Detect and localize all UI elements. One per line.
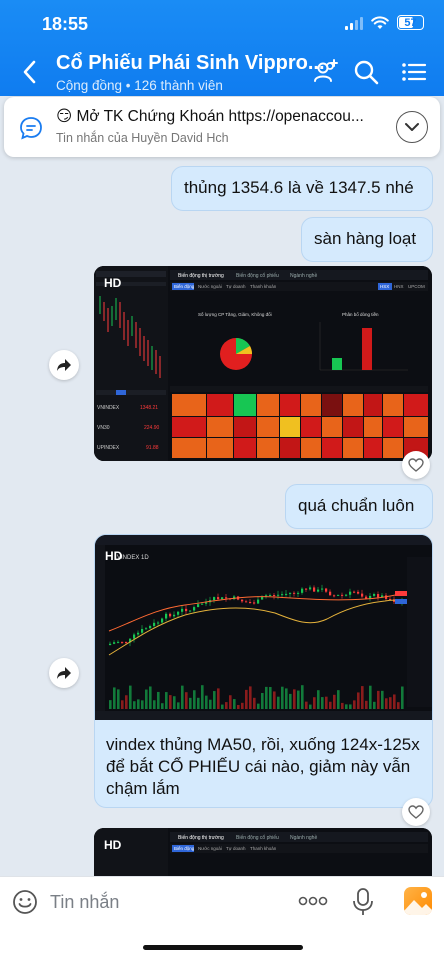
share-arrow-icon xyxy=(57,667,71,679)
message-text: quá chuẩn luôn xyxy=(298,496,415,515)
screenshot-subtab: Thanh khoản xyxy=(250,846,277,851)
back-icon[interactable] xyxy=(18,58,42,86)
signal-icon xyxy=(345,16,363,30)
exchange-tab: UPCOM xyxy=(408,284,425,289)
index-value: 1348.21 xyxy=(140,405,158,411)
message-text: vindex thủng MA50, rồi, xuống 124x-125x … xyxy=(106,735,420,798)
pinned-message[interactable]: 😏 Mở TK Chứng Khoán https://openaccou...… xyxy=(4,97,440,157)
battery-icon: 57 xyxy=(397,15,424,30)
screenshot-subtab: Tự doanh xyxy=(226,284,246,289)
chevron-down-icon xyxy=(405,123,419,131)
chat-bubble-icon xyxy=(20,117,42,140)
message-bubble[interactable]: thủng 1354.6 là về 1347.5 nhé xyxy=(171,166,433,211)
share-arrow-icon xyxy=(57,359,71,371)
message-bubble[interactable]: sàn hàng loạt xyxy=(301,217,433,262)
screenshot-tab: Biến động thị trường xyxy=(178,273,224,279)
chart-title: Phân bổ dòng tiền xyxy=(342,311,379,317)
microphone-icon[interactable] xyxy=(352,887,374,917)
message-input[interactable]: Tin nhắn xyxy=(50,892,119,913)
pinned-sender: Tin nhắn của Huyền David Hch xyxy=(56,131,229,145)
index-name: VN30 xyxy=(97,425,110,431)
screenshot-subtab: Tự doanh xyxy=(226,846,246,851)
screenshot-subtab: Biến động xyxy=(174,284,195,289)
add-member-icon[interactable] xyxy=(312,58,340,86)
market-screenshot: Biến động thị trường Biến động cổ phiếu … xyxy=(94,828,432,876)
exchange-tab: HNX xyxy=(394,284,404,289)
heart-icon xyxy=(408,458,424,472)
share-button[interactable] xyxy=(49,658,79,688)
index-value: 91.88 xyxy=(146,445,159,451)
search-icon[interactable] xyxy=(352,58,380,86)
exchange-tab: HSX xyxy=(380,284,389,289)
expand-pinned-button[interactable] xyxy=(396,111,428,143)
image-message[interactable]: VNINDEX 1348.21 VN30 224.90 UPINDEX 91.8… xyxy=(94,266,432,461)
heart-icon xyxy=(408,805,424,819)
screenshot-subtab: Thanh khoản xyxy=(250,284,277,289)
hd-badge: HD xyxy=(104,838,122,852)
more-options-icon[interactable] xyxy=(298,895,328,907)
screenshot-subtab: Nước ngoài xyxy=(198,846,222,851)
chat-header: 18:55 57 Cổ Phiếu Phái Sinh Vippro... Cộ… xyxy=(0,0,444,96)
react-heart-button[interactable] xyxy=(402,798,430,826)
battery-level: 57 xyxy=(404,16,417,29)
screenshot-tab: Biến động thị trường xyxy=(178,835,224,841)
image-message[interactable]: VINDEX 1D HD xyxy=(95,535,432,720)
screenshot-subtab: Nước ngoài xyxy=(198,284,222,289)
screenshot-tab: Ngành nghề xyxy=(290,835,317,841)
react-heart-button[interactable] xyxy=(402,451,430,479)
image-icon xyxy=(404,892,432,915)
screenshot-tab: Ngành nghề xyxy=(290,273,317,279)
market-screenshot: VNINDEX 1348.21 VN30 224.90 UPINDEX 91.8… xyxy=(94,266,432,461)
wifi-icon xyxy=(371,16,389,29)
group-title[interactable]: Cổ Phiếu Phái Sinh Vippro... xyxy=(56,52,325,75)
index-name: UPINDEX xyxy=(97,445,120,451)
hd-badge: HD xyxy=(105,549,123,563)
message-text: thủng 1354.6 là về 1347.5 nhé xyxy=(184,178,414,197)
pinned-text: 😏 Mở TK Chứng Khoán https://openaccou... xyxy=(56,108,364,125)
group-subtitle: Cộng đồng • 126 thành viên xyxy=(56,78,223,93)
hd-badge: HD xyxy=(104,276,122,290)
index-name: VNINDEX xyxy=(97,405,120,411)
message-text: sàn hàng loạt xyxy=(314,229,417,248)
home-indicator xyxy=(143,945,303,950)
emoji-icon[interactable] xyxy=(12,889,38,915)
index-value: 224.90 xyxy=(144,425,160,431)
status-time: 18:55 xyxy=(42,14,89,34)
chart-title: Số lượng CP Tăng, Giảm, Không đổi xyxy=(198,311,272,317)
screenshot-subtab: Biến động xyxy=(174,846,195,851)
image-message[interactable]: Biến động thị trường Biến động cổ phiếu … xyxy=(94,828,432,876)
status-icons: 57 xyxy=(345,15,424,30)
share-button[interactable] xyxy=(49,350,79,380)
message-bubble[interactable]: quá chuẩn luôn xyxy=(285,484,433,529)
vindex-chart-screenshot: VINDEX 1D xyxy=(95,535,432,720)
menu-icon[interactable] xyxy=(400,58,428,86)
message-bubble[interactable]: VINDEX 1D HD vindex thủng MA50, rồi, xuố… xyxy=(94,534,433,808)
screenshot-tab: Biến động cổ phiếu xyxy=(236,272,279,279)
gallery-icon[interactable] xyxy=(404,887,432,915)
screenshot-tab: Biến động cổ phiếu xyxy=(236,834,279,841)
